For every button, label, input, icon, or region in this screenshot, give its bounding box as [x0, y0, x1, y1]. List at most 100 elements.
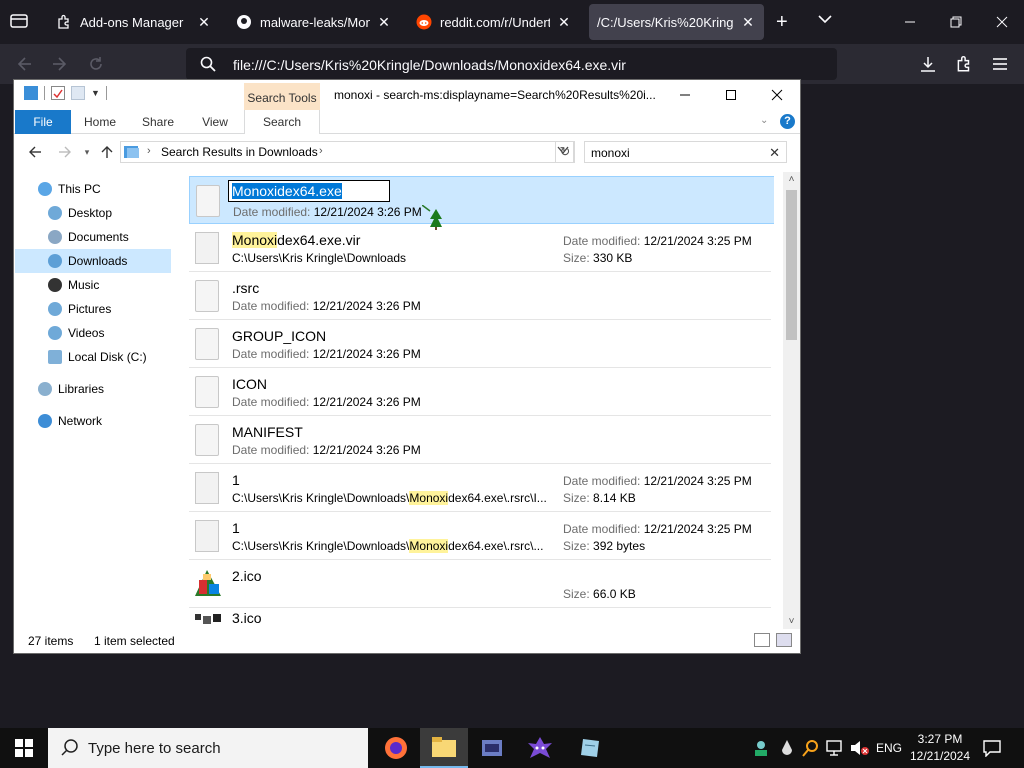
item-size: Size: 8.14 KB — [563, 491, 636, 505]
search-icon — [60, 738, 80, 763]
new-tab-button[interactable]: + — [776, 12, 788, 32]
menu-icon[interactable] — [988, 52, 1012, 76]
forward-icon[interactable] — [48, 52, 72, 76]
close-tab-icon[interactable]: ✕ — [556, 14, 572, 31]
windows-start-icon[interactable] — [0, 728, 48, 768]
chevron-right-icon[interactable]: › — [319, 145, 323, 157]
tab-share[interactable]: Share — [132, 110, 184, 134]
list-item[interactable]: 1 C:\Users\Kris Kringle\Downloads\Monoxi… — [189, 464, 774, 512]
clock[interactable]: 3:27 PM 12/21/2024 — [908, 731, 972, 765]
tab-github[interactable]: malware-leaks/Monoxi ✕ — [228, 4, 400, 40]
restore-icon[interactable] — [944, 10, 968, 34]
scroll-down-icon[interactable]: ˅ — [785, 616, 798, 627]
new-folder-icon[interactable] — [71, 86, 85, 100]
rename-text: Monoxidex64.exe — [232, 183, 342, 199]
nav-videos[interactable]: Videos — [48, 321, 184, 345]
chevron-down-icon[interactable] — [816, 10, 834, 32]
downloads-icon[interactable] — [916, 52, 940, 76]
nav-music[interactable]: Music — [48, 273, 184, 297]
process-explorer-icon[interactable] — [468, 728, 516, 768]
nav-network[interactable]: Network — [38, 409, 178, 433]
nav-documents[interactable]: Documents — [48, 225, 184, 249]
vertical-scrollbar[interactable]: ˄ ˅ — [783, 172, 800, 629]
volume-muted-icon[interactable] — [850, 738, 870, 758]
properties-icon[interactable] — [51, 86, 65, 100]
scroll-up-icon[interactable]: ˄ — [785, 174, 798, 185]
tab-reddit[interactable]: reddit.com/r/Underta ✕ — [408, 4, 580, 40]
desktop-icon — [48, 206, 62, 220]
minimize-icon[interactable] — [898, 10, 922, 34]
chevron-right-icon[interactable]: › — [147, 145, 151, 157]
forward-icon[interactable] — [56, 143, 74, 161]
search-input[interactable]: monoxi ✕ — [584, 141, 787, 163]
name-rest: dex64.exe.vir — [277, 232, 361, 248]
taskbar-search-input[interactable]: Type here to search — [48, 728, 368, 768]
nav-desktop[interactable]: Desktop — [48, 201, 184, 225]
nav-this-pc[interactable]: This PC — [38, 177, 178, 201]
tab-file[interactable]: File — [15, 110, 71, 134]
tab-addons[interactable]: Add-ons Manager ✕ — [48, 4, 220, 40]
up-icon[interactable] — [98, 143, 116, 161]
list-item[interactable]: ICON Date modified: 12/21/2024 3:26 PM — [189, 368, 774, 416]
nav-downloads[interactable]: Downloads — [15, 249, 171, 273]
demon-app-icon[interactable] — [516, 728, 564, 768]
back-icon[interactable] — [26, 143, 44, 161]
detail-label: Size: — [563, 251, 590, 265]
close-tab-icon[interactable]: ✕ — [196, 14, 212, 31]
close-tab-icon[interactable]: ✕ — [740, 14, 756, 31]
tray-drop-icon[interactable] — [780, 738, 794, 758]
notes-app-icon[interactable] — [566, 728, 614, 768]
reload-icon[interactable] — [84, 52, 108, 76]
network-tray-icon[interactable] — [826, 738, 846, 758]
notifications-icon[interactable] — [982, 738, 1002, 758]
firefox-icon[interactable] — [372, 728, 420, 768]
list-item[interactable]: 2.ico Size: 66.0 KB — [189, 560, 774, 608]
tab-title: Add-ons Manager — [80, 14, 184, 30]
nav-pictures[interactable]: Pictures — [48, 297, 184, 321]
close-icon[interactable] — [990, 10, 1014, 34]
file-explorer-taskbar-icon[interactable] — [420, 728, 468, 768]
item-size: Size: 330 KB — [563, 251, 632, 265]
language-indicator[interactable]: ENG — [876, 738, 902, 758]
back-icon[interactable] — [12, 52, 36, 76]
details-view-icon[interactable] — [754, 633, 770, 647]
folder-icon — [196, 185, 220, 217]
detail-value: 12/21/2024 3:26 PM — [312, 347, 421, 361]
scrollbar-thumb[interactable] — [786, 190, 797, 340]
tab-view[interactable]: View — [190, 110, 240, 134]
github-icon — [236, 14, 252, 30]
nav-libraries[interactable]: Libraries — [38, 377, 178, 401]
close-icon[interactable] — [754, 80, 800, 110]
url-bar[interactable]: file:///C:/Users/Kris%20Kringle/Download… — [186, 48, 837, 80]
tab-list-icon[interactable] — [8, 10, 32, 34]
tiles-view-icon[interactable] — [776, 633, 792, 647]
nav-local-disk[interactable]: Local Disk (C:) — [48, 345, 184, 369]
list-item[interactable]: Monoxidex64.exe.vir C:\Users\Kris Kringl… — [189, 224, 774, 272]
list-item[interactable]: .rsrc Date modified: 12/21/2024 3:26 PM — [189, 272, 774, 320]
close-tab-icon[interactable]: ✕ — [376, 14, 392, 31]
tab-search[interactable]: Search — [244, 110, 320, 134]
detail-value: 12/21/2024 3:26 PM — [312, 443, 421, 457]
tab-home[interactable]: Home — [74, 110, 126, 134]
tray-people-icon[interactable] — [752, 738, 770, 758]
list-item[interactable]: MANIFEST Date modified: 12/21/2024 3:26 … — [189, 416, 774, 464]
list-item[interactable]: Monoxidex64.exe Date modified: 12/21/202… — [189, 176, 774, 230]
recent-locations-icon[interactable]: ▾ — [78, 143, 96, 161]
address-bar[interactable]: › Search Results in Downloads › — [120, 141, 574, 163]
minimize-icon[interactable] — [662, 80, 708, 110]
list-item[interactable]: 3.ico — [189, 608, 774, 627]
list-item[interactable]: 1 C:\Users\Kris Kringle\Downloads\Monoxi… — [189, 512, 774, 560]
customize-qat-icon[interactable]: ▼ — [91, 88, 100, 98]
breadcrumb[interactable]: Search Results in Downloads — [161, 145, 318, 159]
expand-ribbon-icon[interactable]: ⌄ — [760, 115, 768, 126]
list-item[interactable]: GROUP_ICON Date modified: 12/21/2024 3:2… — [189, 320, 774, 368]
tray-search-icon[interactable] — [802, 738, 820, 758]
refresh-icon[interactable]: ↻ — [555, 141, 575, 163]
rename-field[interactable]: Monoxidex64.exe — [228, 180, 390, 202]
help-icon[interactable]: ? — [780, 114, 795, 129]
tab-file-url[interactable]: /C:/Users/Kris%20Kringle/D ✕ — [589, 4, 764, 40]
maximize-icon[interactable] — [708, 80, 754, 110]
extensions-icon[interactable] — [952, 52, 976, 76]
detail-value: 330 KB — [593, 251, 633, 265]
clear-search-icon[interactable]: ✕ — [769, 145, 780, 161]
